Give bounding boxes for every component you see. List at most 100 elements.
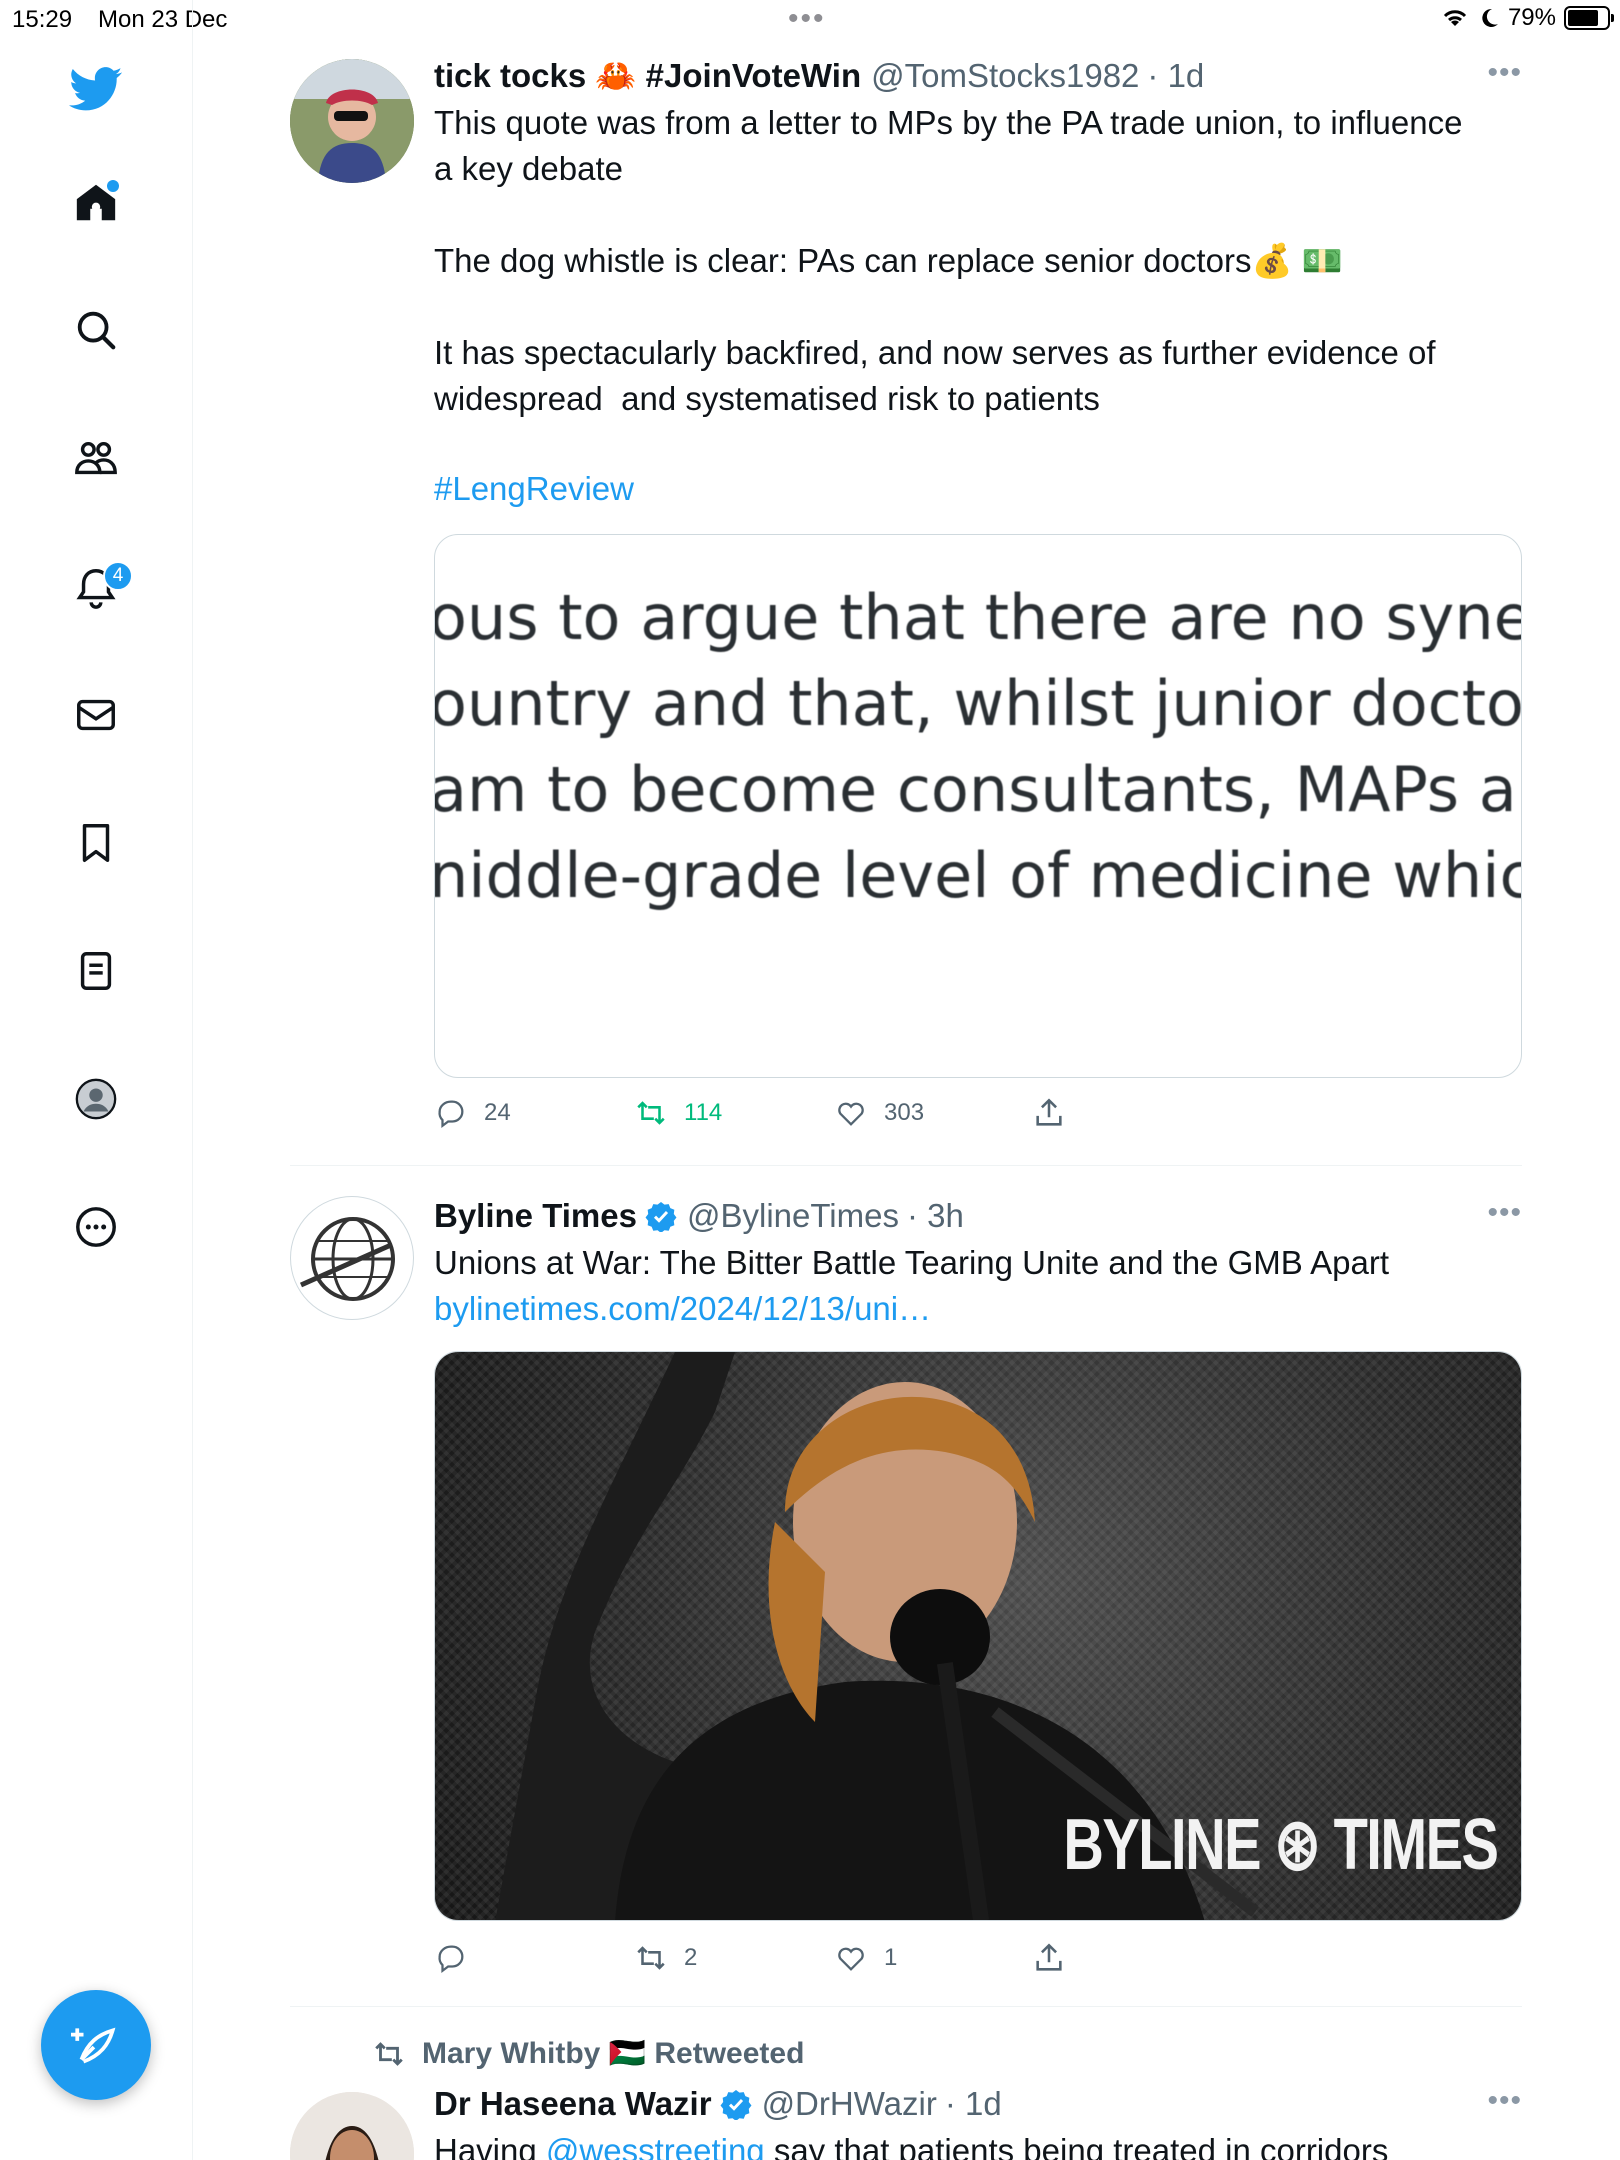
battery-percent: 79% bbox=[1507, 4, 1556, 31]
compose-tweet-button[interactable] bbox=[41, 1990, 151, 2100]
tweet-divider bbox=[290, 1165, 1522, 1166]
tweet-actions: 2 1 bbox=[434, 1941, 1334, 1981]
nav-more[interactable] bbox=[63, 1194, 129, 1260]
retweet-button[interactable]: 114 bbox=[634, 1096, 722, 1130]
wifi-icon bbox=[1443, 10, 1467, 26]
quote-line: ous to argue that there are no synerg bbox=[434, 581, 1522, 654]
reply-button[interactable] bbox=[434, 1941, 484, 1975]
quote-image-card[interactable]: ous to argue that there are no synerg ou… bbox=[434, 534, 1522, 1078]
home-new-dot bbox=[107, 180, 119, 192]
more-options-icon[interactable]: ••• bbox=[1487, 1196, 1522, 1230]
hashtag-link[interactable]: #LengReview bbox=[434, 466, 1522, 512]
retweet-count: 2 bbox=[684, 1944, 698, 1971]
nav-home[interactable] bbox=[63, 170, 129, 236]
more-circle-icon bbox=[76, 1207, 116, 1247]
avatar[interactable] bbox=[290, 2092, 414, 2160]
quote-line: am to become consultants, MAPs are bbox=[434, 753, 1522, 826]
handle[interactable]: @TomStocks1982 bbox=[871, 56, 1139, 96]
more-options-icon[interactable]: ••• bbox=[1487, 2084, 1522, 2118]
byline-times-watermark: BYLINE ⊛ TIMES bbox=[1063, 1805, 1499, 1885]
envelope-icon bbox=[77, 699, 115, 731]
article-image-card[interactable]: BYLINE ⊛ TIMES bbox=[434, 1351, 1522, 1921]
mention-link[interactable]: @wesstreeting bbox=[546, 2132, 765, 2160]
like-count: 303 bbox=[884, 1099, 925, 1126]
search-icon bbox=[77, 311, 116, 350]
quote-line: ountry and that, whilst junior doctors bbox=[434, 667, 1522, 740]
more-options-icon[interactable]: ••• bbox=[1487, 56, 1522, 90]
retweeted-by: Mary Whitby 🇵🇸 Retweeted bbox=[372, 2036, 804, 2071]
reply-icon bbox=[438, 1100, 464, 1129]
tweet-header: tick tocks 🦀 #JoinVoteWin @TomStocks1982… bbox=[434, 56, 1522, 96]
nav-messages[interactable] bbox=[63, 682, 129, 748]
nav-explore[interactable] bbox=[63, 297, 129, 363]
list-icon bbox=[80, 952, 112, 990]
bookmark-icon bbox=[82, 824, 110, 862]
heart-icon bbox=[838, 1102, 864, 1126]
status-bar: 15:29 Mon 23 Dec ••• 79% bbox=[0, 0, 1620, 40]
battery-fill bbox=[1568, 10, 1599, 26]
tweet-time[interactable]: · 1d bbox=[1147, 56, 1204, 96]
communities-icon bbox=[75, 441, 117, 475]
avatar[interactable] bbox=[290, 59, 414, 183]
tweet-text: Unions at War: The Bitter Battle Tearing… bbox=[434, 1244, 1390, 1281]
nav-bookmarks[interactable] bbox=[63, 810, 129, 876]
battery-icon bbox=[1564, 6, 1614, 30]
byline-globe-logo-icon bbox=[299, 1217, 395, 1301]
tweet-time[interactable]: · 3h bbox=[907, 1196, 964, 1236]
like-button[interactable]: 303 bbox=[834, 1096, 924, 1130]
avatar-photo bbox=[290, 59, 414, 183]
tweet-header: Byline Times @BylineTimes · 3h bbox=[434, 1196, 1522, 1236]
article-link[interactable]: bylinetimes.com/2024/12/13/uni… bbox=[434, 1286, 1522, 1332]
heart-icon bbox=[838, 1947, 864, 1971]
tweet[interactable]: Mary Whitby 🇵🇸 Retweeted Dr Haseena Wazi… bbox=[290, 2036, 1522, 2160]
sidebar: 4 bbox=[0, 0, 193, 2160]
retweet-icon bbox=[637, 1946, 665, 1970]
display-name[interactable]: Byline Times bbox=[434, 1196, 637, 1236]
display-name[interactable]: tick tocks 🦀 #JoinVoteWin bbox=[434, 56, 861, 96]
compose-feather-icon bbox=[71, 2027, 116, 2064]
notification-count-badge: 4 bbox=[103, 561, 133, 591]
share-icon bbox=[1036, 1098, 1062, 1126]
display-name[interactable]: Dr Haseena Wazir bbox=[434, 2084, 712, 2124]
reply-count: 24 bbox=[484, 1099, 511, 1126]
multitasking-dots-icon[interactable]: ••• bbox=[788, 2, 826, 36]
twitter-logo-icon[interactable] bbox=[63, 56, 129, 122]
like-count: 1 bbox=[884, 1944, 898, 1971]
verified-badge-icon bbox=[645, 1202, 677, 1232]
share-icon bbox=[1036, 1943, 1062, 1971]
avatar-photo bbox=[290, 2092, 414, 2160]
tweet-text-rest: say that patients being treated in corri… bbox=[764, 2132, 1389, 2160]
tweet-divider bbox=[290, 2006, 1522, 2007]
handle[interactable]: @DrHWazir bbox=[762, 2084, 937, 2124]
share-button[interactable] bbox=[1032, 1096, 1066, 1130]
like-button[interactable]: 1 bbox=[834, 1941, 897, 1975]
tweet-time[interactable]: · 1d bbox=[945, 2084, 1002, 2124]
tweet-header: Dr Haseena Wazir @DrHWazir · 1d bbox=[434, 2084, 1522, 2124]
status-indicators: 79% bbox=[1440, 4, 1614, 32]
profile-icon bbox=[75, 1078, 117, 1120]
avatar[interactable] bbox=[290, 1196, 414, 1320]
quote-line: niddle-grade level of medicine which bbox=[434, 839, 1522, 912]
nav-lists[interactable] bbox=[63, 938, 129, 1004]
nav-profile[interactable] bbox=[63, 1066, 129, 1132]
nav-communities[interactable] bbox=[63, 426, 129, 492]
retweet-icon bbox=[375, 2041, 403, 2066]
quote-image-text: ous to argue that there are no synerg ou… bbox=[435, 535, 1521, 919]
reply-button[interactable]: 24 bbox=[434, 1096, 511, 1130]
tweet-actions: 24 114 303 bbox=[434, 1096, 1334, 1136]
share-button[interactable] bbox=[1032, 1941, 1066, 1975]
retweet-count: 114 bbox=[684, 1099, 723, 1126]
retweet-button[interactable]: 2 bbox=[634, 1941, 697, 1975]
tweet[interactable]: Byline Times @BylineTimes · 3h ••• Union… bbox=[290, 1196, 1522, 1996]
tweet-text-start: Having bbox=[434, 2132, 546, 2160]
retweet-icon bbox=[637, 1101, 665, 1125]
verified-badge-icon bbox=[720, 2090, 752, 2120]
reply-icon bbox=[438, 1945, 464, 1974]
retweeted-by-label[interactable]: Mary Whitby 🇵🇸 Retweeted bbox=[422, 2036, 804, 2071]
tweet-text: This quote was from a letter to MPs by t… bbox=[434, 104, 1463, 417]
moon-icon bbox=[1482, 8, 1498, 27]
tweet[interactable]: tick tocks 🦀 #JoinVoteWin @TomStocks1982… bbox=[290, 56, 1522, 1166]
handle[interactable]: @BylineTimes bbox=[687, 1196, 899, 1236]
article-photo: BYLINE ⊛ TIMES bbox=[435, 1352, 1521, 1920]
nav-notifications[interactable]: 4 bbox=[63, 555, 133, 621]
